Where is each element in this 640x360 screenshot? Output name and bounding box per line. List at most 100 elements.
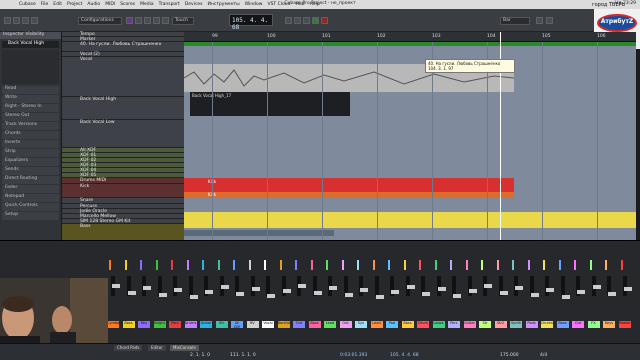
channel-name[interactable]: Guitar bbox=[463, 321, 476, 328]
track-row[interactable]: Kick bbox=[62, 184, 184, 198]
fader-cap[interactable] bbox=[298, 284, 306, 288]
section-setup[interactable]: Setup bbox=[2, 212, 59, 220]
fader[interactable] bbox=[235, 276, 244, 296]
fader[interactable] bbox=[219, 276, 229, 296]
fader-cap[interactable] bbox=[143, 286, 151, 290]
channel-name[interactable]: Bass bbox=[556, 321, 569, 328]
stop-icon[interactable] bbox=[303, 17, 310, 24]
right-zone-icon[interactable] bbox=[31, 17, 38, 24]
fader[interactable] bbox=[591, 276, 601, 296]
fader[interactable] bbox=[173, 276, 182, 296]
kick-event[interactable]: Kick bbox=[184, 178, 514, 192]
tab-mixconsole[interactable]: MixConsole bbox=[170, 345, 199, 351]
channel-name[interactable]: FX bbox=[587, 321, 600, 328]
left-zone-icon[interactable] bbox=[13, 17, 20, 24]
quantize-icon[interactable] bbox=[546, 17, 553, 24]
channel-name[interactable]: All XDF bbox=[231, 321, 243, 328]
section-chords[interactable]: Chords bbox=[2, 131, 59, 139]
channel-name[interactable]: Perc bbox=[448, 321, 460, 328]
channel-name[interactable]: Str2 bbox=[494, 321, 507, 328]
section-notepad[interactable]: Notepad bbox=[2, 194, 59, 202]
fader-cap[interactable] bbox=[561, 295, 570, 299]
fader-cap[interactable] bbox=[205, 290, 213, 294]
channel-name[interactable]: Vocal bbox=[262, 321, 274, 328]
fader[interactable] bbox=[266, 276, 275, 298]
channel-name[interactable]: Loops bbox=[432, 321, 445, 328]
track-row[interactable]: 40. На гусли. Любовь Страшненко bbox=[62, 42, 184, 52]
ps01-event[interactable] bbox=[184, 230, 334, 236]
fader[interactable] bbox=[281, 276, 291, 296]
fader[interactable] bbox=[421, 276, 430, 296]
channel-name[interactable]: Out bbox=[339, 321, 352, 328]
channel-name[interactable]: Key bbox=[138, 321, 150, 328]
fader-cap[interactable] bbox=[282, 289, 291, 293]
channel-name[interactable]: Lead bbox=[324, 321, 336, 328]
tab-editor[interactable]: Editor bbox=[148, 345, 166, 351]
fader-cap[interactable] bbox=[360, 288, 368, 292]
fader[interactable] bbox=[204, 276, 213, 296]
fader-cap[interactable] bbox=[344, 293, 353, 297]
write-button[interactable]: Write bbox=[2, 95, 59, 103]
fader[interactable] bbox=[405, 276, 415, 296]
fader-cap[interactable] bbox=[375, 295, 384, 299]
channel-name[interactable]: Bass bbox=[122, 321, 135, 328]
fader[interactable] bbox=[545, 276, 554, 296]
channel-controls[interactable] bbox=[2, 50, 59, 84]
fader[interactable] bbox=[452, 276, 461, 298]
channel-name[interactable]: Str bbox=[215, 321, 228, 328]
channel-name[interactable]: Drums bbox=[541, 321, 553, 328]
fader-cap[interactable] bbox=[220, 285, 229, 289]
section-quick-controls[interactable]: Quick Controls bbox=[2, 203, 59, 211]
fader[interactable] bbox=[312, 276, 322, 296]
ruler[interactable]: 99100101102103104105106107 bbox=[184, 32, 636, 42]
forward-icon[interactable] bbox=[294, 17, 301, 24]
fader[interactable] bbox=[576, 276, 585, 296]
channel-name[interactable]: Drums bbox=[184, 321, 197, 328]
fader-cap[interactable] bbox=[267, 294, 275, 298]
fader[interactable] bbox=[142, 276, 151, 296]
channel-name[interactable]: Out bbox=[293, 321, 305, 328]
channel-name[interactable]: Pads bbox=[525, 321, 538, 328]
left-locator[interactable]: 2. 1. 1. 0 bbox=[190, 353, 210, 358]
configurations-dropdown[interactable]: Configurations bbox=[78, 17, 122, 25]
fader-cap[interactable] bbox=[546, 288, 554, 292]
fader[interactable] bbox=[188, 276, 198, 299]
fader[interactable] bbox=[622, 276, 632, 296]
channel-name[interactable]: Str bbox=[479, 321, 491, 328]
channel-name[interactable]: Guitar bbox=[200, 321, 212, 328]
record-icon[interactable] bbox=[321, 17, 328, 24]
fader[interactable] bbox=[514, 276, 523, 296]
marker-icon[interactable] bbox=[135, 17, 142, 24]
fader-cap[interactable] bbox=[127, 291, 136, 295]
channel-name[interactable]: Bass bbox=[308, 321, 321, 328]
right-locator[interactable]: 111. 1. 1. 0 bbox=[230, 353, 256, 358]
channel-name[interactable]: Bright bbox=[153, 321, 166, 328]
channel-name[interactable]: Master bbox=[618, 321, 631, 328]
track-row[interactable]: Back Vocal High bbox=[62, 97, 184, 120]
fader-cap[interactable] bbox=[530, 293, 539, 297]
section-strip[interactable]: Strip bbox=[2, 149, 59, 157]
channel-name[interactable]: Cymbal bbox=[107, 321, 119, 328]
fader-cap[interactable] bbox=[592, 285, 601, 289]
back-vocal-high-event[interactable]: Back Vocal High_17 bbox=[190, 92, 350, 116]
channel-name[interactable]: Perc bbox=[169, 321, 181, 328]
fader-cap[interactable] bbox=[453, 294, 461, 298]
fader-cap[interactable] bbox=[112, 284, 120, 288]
fader[interactable] bbox=[359, 276, 368, 296]
fader-cap[interactable] bbox=[406, 285, 415, 289]
fader[interactable] bbox=[483, 276, 492, 296]
channel-name[interactable]: Syn bbox=[355, 321, 367, 328]
section-fader[interactable]: Fader bbox=[2, 185, 59, 193]
channel-name[interactable]: Out bbox=[572, 321, 584, 328]
fader-cap[interactable] bbox=[313, 291, 322, 295]
fader[interactable] bbox=[607, 276, 616, 296]
section-inserts[interactable]: Inserts bbox=[2, 140, 59, 148]
snare-event[interactable]: Kick bbox=[184, 192, 514, 198]
fader-cap[interactable] bbox=[437, 287, 446, 291]
tempo-display[interactable]: 175.000 bbox=[500, 353, 519, 358]
tab-inspector[interactable]: Inspector bbox=[3, 32, 24, 37]
fader[interactable] bbox=[374, 276, 384, 299]
fader[interactable] bbox=[529, 276, 539, 297]
fader-cap[interactable] bbox=[422, 292, 430, 296]
snap-icon[interactable] bbox=[536, 17, 543, 24]
